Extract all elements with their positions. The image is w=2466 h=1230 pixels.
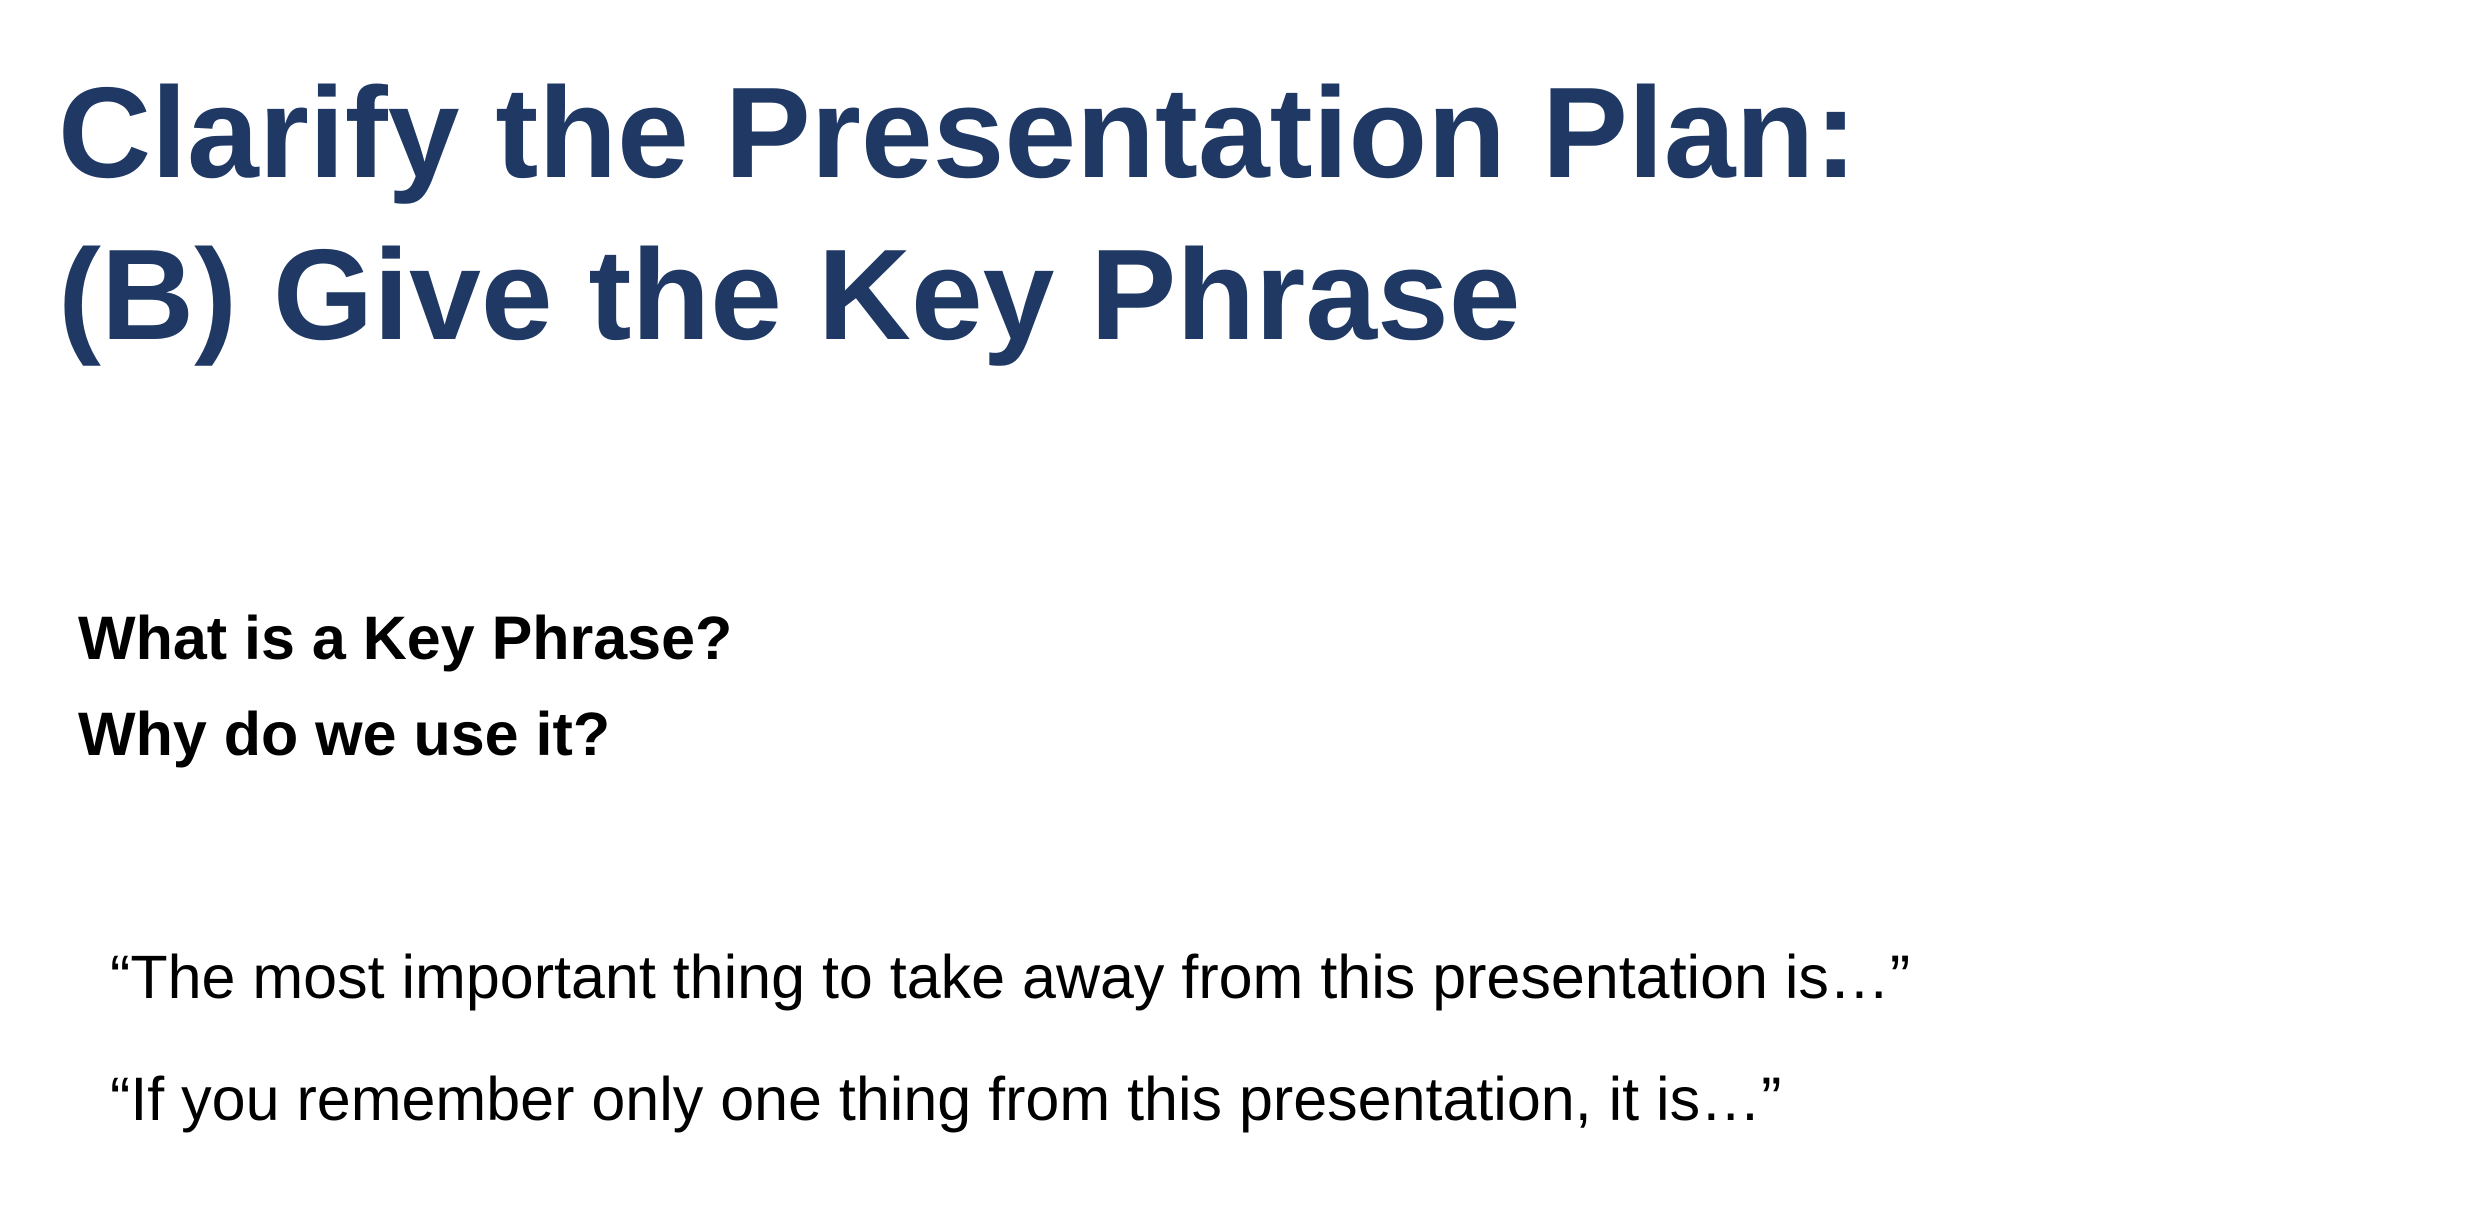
slide-title: Clarify the Presentation Plan: (B) Give …: [58, 52, 1857, 376]
question-why-use-it: Why do we use it?: [78, 700, 611, 768]
example-phrase-list: “The most important thing to take away f…: [110, 916, 1910, 1160]
example-phrase-remember-one-thing: “If you remember only one thing from thi…: [110, 1065, 1782, 1133]
example-phrase-most-important: “The most important thing to take away f…: [110, 943, 1911, 1011]
question-list: What is a Key Phrase? Why do we use it?: [78, 590, 732, 782]
question-what-is-key-phrase: What is a Key Phrase?: [78, 604, 733, 672]
slide: Clarify the Presentation Plan: (B) Give …: [0, 0, 2466, 1230]
slide-title-line-1: Clarify the Presentation Plan:: [58, 61, 1858, 205]
slide-title-line-2: (B) Give the Key Phrase: [58, 223, 1521, 367]
